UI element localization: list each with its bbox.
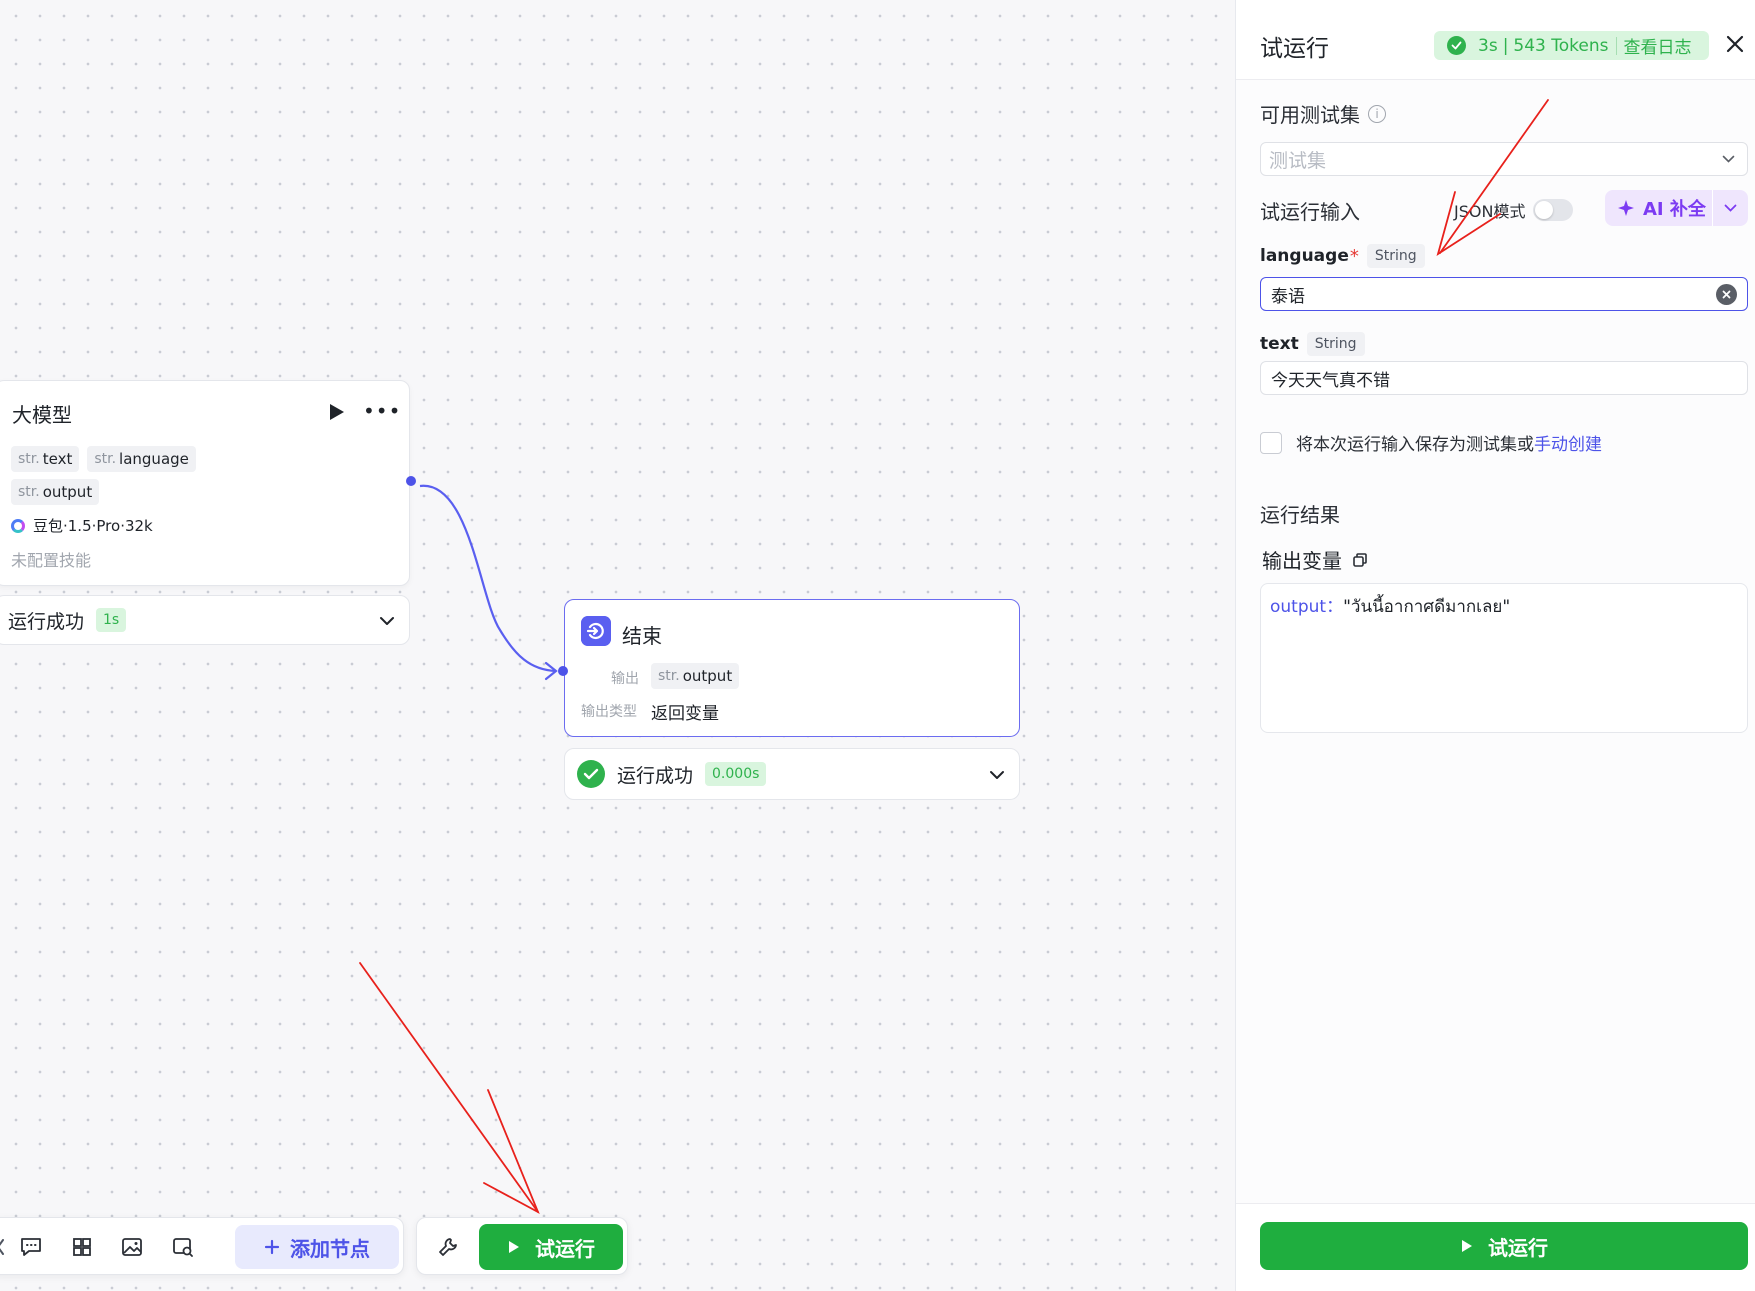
layout-icon[interactable] bbox=[67, 1232, 97, 1262]
wrench-icon[interactable] bbox=[433, 1232, 463, 1262]
workflow-canvas[interactable]: 大模型 ••• str. text str. language str. output… bbox=[0, 0, 1235, 1291]
json-mode-toggle[interactable]: JSON模式 bbox=[1454, 198, 1574, 222]
field-label-language: language * String bbox=[1260, 244, 1425, 268]
panel-header: 试运行 3s | 543 Tokens 查看日志 bbox=[1236, 0, 1755, 80]
close-icon[interactable] bbox=[1723, 32, 1747, 56]
var-tag: str. text bbox=[11, 446, 80, 472]
image-icon[interactable] bbox=[117, 1232, 147, 1262]
run-summary-badge: 3s | 543 Tokens 查看日志 bbox=[1434, 31, 1709, 60]
field-label-text: text String bbox=[1260, 332, 1365, 356]
dataset-placeholder: 测试集 bbox=[1269, 149, 1327, 172]
llm-run-status[interactable]: 运行成功 1s bbox=[0, 595, 410, 645]
llm-output-vars: str. output bbox=[11, 479, 100, 505]
ai-fill-dropdown[interactable] bbox=[1713, 204, 1748, 213]
var-tag: str. output bbox=[651, 663, 740, 689]
check-circle-icon bbox=[1447, 36, 1466, 55]
type-tag: String bbox=[1306, 332, 1365, 356]
add-node-label: 添加节点 bbox=[290, 1236, 370, 1261]
save-checkbox[interactable] bbox=[1260, 431, 1282, 454]
run-toolbar: 试运行 bbox=[416, 1217, 628, 1275]
trial-run-panel: 试运行 3s | 543 Tokens 查看日志 可用测试集 i 测试集 试运行… bbox=[1235, 0, 1755, 1291]
trial-input-label: 试运行输入 bbox=[1260, 200, 1360, 224]
run-time: 3s bbox=[1478, 35, 1498, 56]
end-input-port[interactable] bbox=[558, 666, 568, 676]
play-icon bbox=[509, 1241, 519, 1253]
result-output-box: output："วันนี้อากาศดีมากเลย" bbox=[1260, 583, 1748, 733]
comment-icon[interactable] bbox=[16, 1232, 46, 1262]
result-title: 运行结果 bbox=[1260, 503, 1340, 527]
chevron-down-icon bbox=[1724, 204, 1737, 212]
var-tag: str. language bbox=[87, 446, 196, 472]
output-var-title: 输出变量 bbox=[1262, 545, 1368, 574]
sparkle-icon bbox=[1618, 200, 1634, 216]
copy-icon[interactable] bbox=[1352, 552, 1368, 568]
chevron-down-icon bbox=[380, 617, 394, 625]
chevron-left-icon[interactable] bbox=[0, 1238, 5, 1256]
duration-badge: 1s bbox=[96, 608, 127, 632]
skill-status: 未配置技能 bbox=[11, 551, 92, 570]
model-name: 豆包·1.5·Pro·32k bbox=[33, 517, 153, 535]
status-text: 运行成功 bbox=[8, 610, 85, 633]
canvas-toolbar: 添加节点 bbox=[0, 1217, 404, 1275]
result-value: "วันนี้อากาศดีมากเลย" bbox=[1343, 597, 1511, 617]
panel-footer: 试运行 bbox=[1236, 1203, 1755, 1291]
view-log-link[interactable]: 查看日志 bbox=[1624, 33, 1692, 58]
var-tag: str. output bbox=[11, 479, 100, 505]
llm-model: 豆包·1.5·Pro·32k bbox=[11, 515, 153, 536]
info-icon[interactable]: i bbox=[1368, 104, 1386, 123]
panel-title: 试运行 bbox=[1260, 36, 1329, 62]
dataset-label: 可用测试集 i bbox=[1260, 99, 1386, 128]
dataset-select[interactable]: 测试集 bbox=[1260, 142, 1748, 176]
check-circle-icon bbox=[577, 760, 605, 788]
end-icon bbox=[581, 616, 611, 646]
plus-icon bbox=[264, 1239, 280, 1255]
output-type-label: 输出类型 bbox=[581, 704, 637, 720]
llm-output-port[interactable] bbox=[406, 476, 416, 486]
run-tokens: 543 Tokens bbox=[1513, 35, 1609, 56]
end-run-status[interactable]: 运行成功 0.000s bbox=[564, 748, 1020, 800]
duration-badge: 0.000s bbox=[705, 762, 767, 786]
panel-trial-run-button[interactable]: 试运行 bbox=[1260, 1222, 1748, 1270]
play-icon bbox=[1462, 1240, 1472, 1252]
type-tag: String bbox=[1366, 244, 1425, 268]
llm-node-title: 大模型 bbox=[12, 403, 72, 427]
trial-run-button[interactable]: 试运行 bbox=[479, 1224, 623, 1270]
output-label: 输出 bbox=[611, 671, 639, 687]
manual-create-link[interactable]: 手动创建 bbox=[1534, 435, 1602, 455]
trial-run-label: 试运行 bbox=[535, 1236, 595, 1261]
result-key: output： bbox=[1270, 597, 1344, 617]
output-type-value: 返回变量 bbox=[651, 704, 719, 724]
language-input[interactable]: 泰语 bbox=[1260, 277, 1748, 311]
more-icon[interactable]: ••• bbox=[363, 399, 401, 423]
chevron-down-icon bbox=[990, 771, 1004, 779]
save-text: 将本次运行输入保存为测试集或 bbox=[1296, 435, 1534, 455]
clear-icon[interactable] bbox=[1716, 284, 1737, 305]
end-node-title: 结束 bbox=[622, 624, 662, 648]
play-icon[interactable] bbox=[327, 401, 347, 423]
text-input[interactable]: 今天天气真不错 bbox=[1260, 361, 1748, 395]
ai-fill-button[interactable]: AI 补全 bbox=[1605, 190, 1748, 226]
status-text: 运行成功 bbox=[617, 764, 694, 787]
llm-input-vars: str. text str. language bbox=[11, 446, 196, 472]
save-as-dataset-row: 将本次运行输入保存为测试集或手动创建 bbox=[1260, 430, 1602, 455]
end-node[interactable]: 结束 输出 str. output 输出类型 返回变量 bbox=[564, 599, 1020, 737]
doubao-logo-icon bbox=[11, 518, 25, 533]
add-node-button[interactable]: 添加节点 bbox=[235, 1225, 399, 1269]
llm-node[interactable]: 大模型 ••• str. text str. language str. output… bbox=[0, 380, 410, 586]
json-mode-switch[interactable] bbox=[1533, 199, 1574, 221]
chevron-down-icon bbox=[1722, 155, 1735, 163]
preview-icon[interactable] bbox=[168, 1232, 198, 1262]
